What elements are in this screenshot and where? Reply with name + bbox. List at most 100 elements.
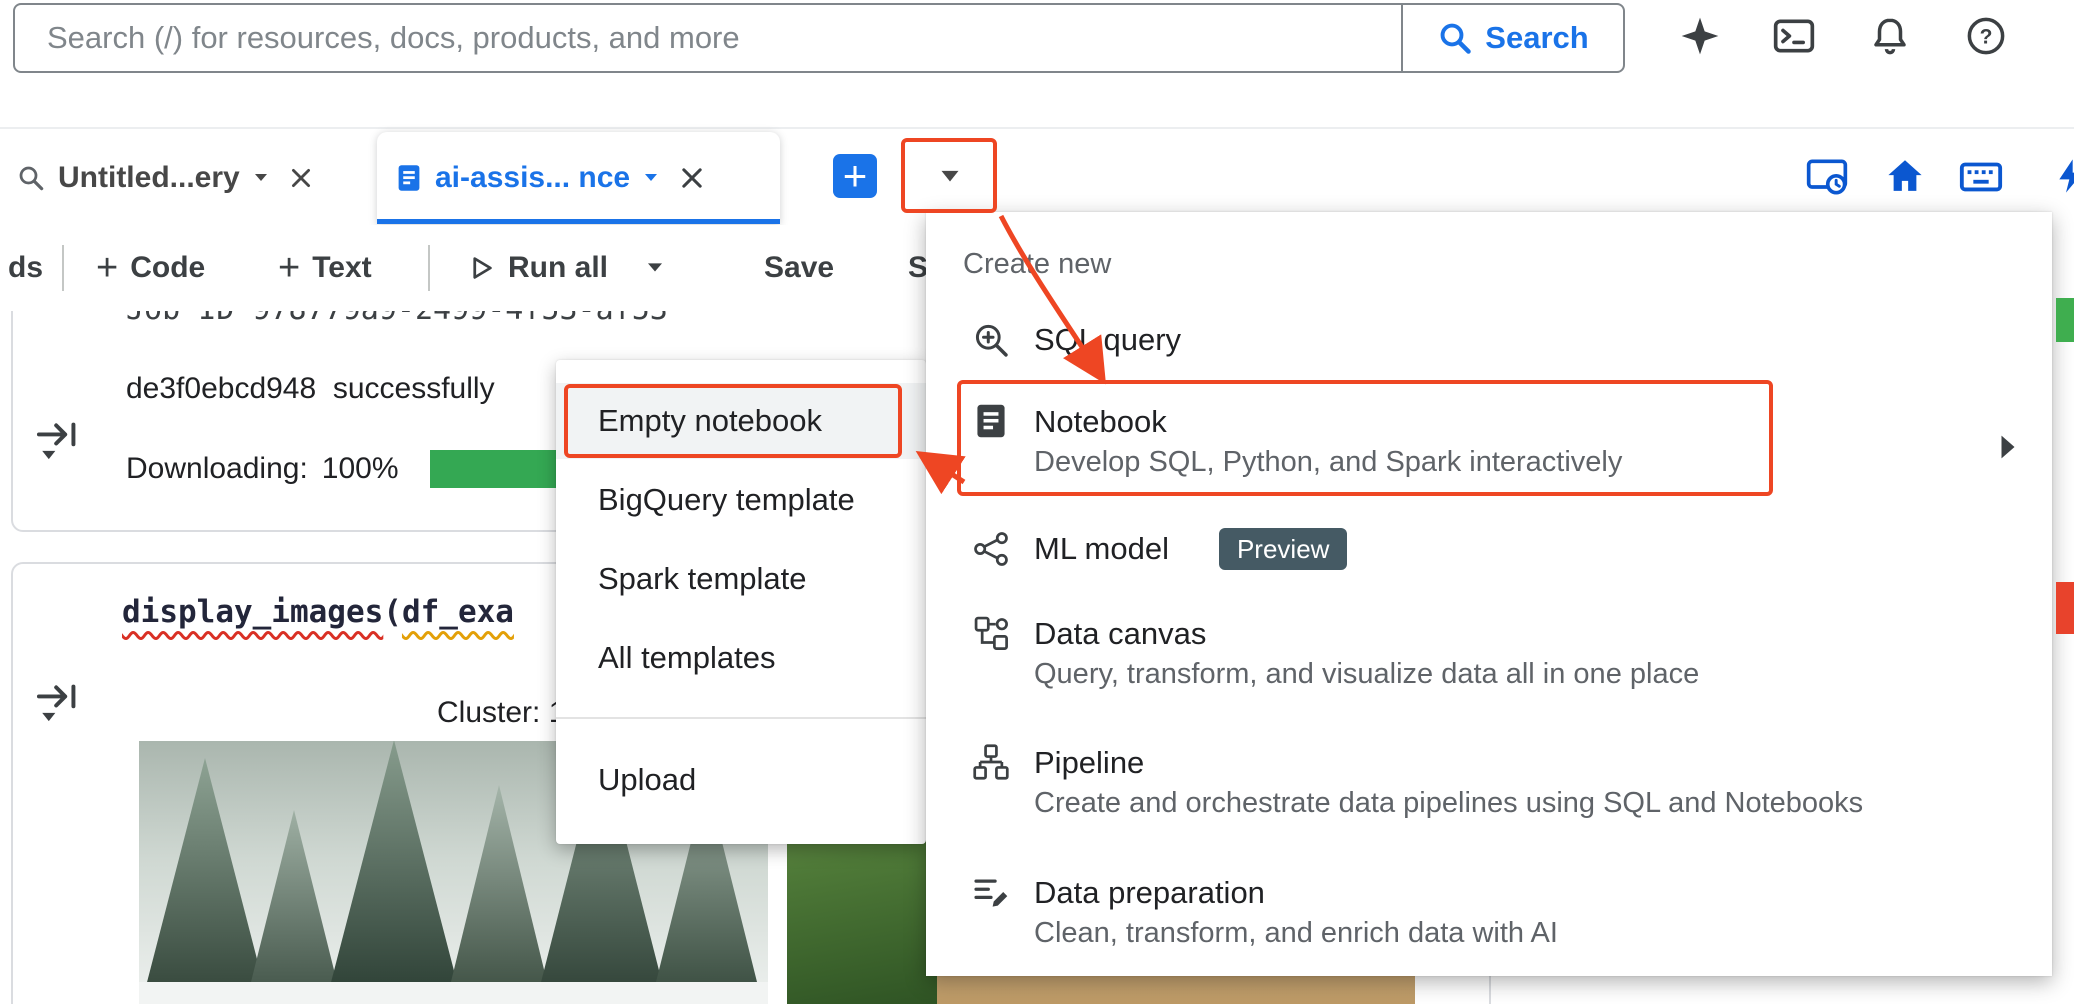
gemini-icon[interactable] bbox=[1676, 12, 1724, 60]
toolbar-sep-2 bbox=[428, 245, 430, 291]
menu-item-description: Clean, transform, and enrich data with A… bbox=[1034, 913, 1558, 953]
add-tab-button[interactable]: + bbox=[833, 154, 877, 198]
chevron-down-icon[interactable] bbox=[642, 172, 660, 184]
close-icon[interactable] bbox=[288, 165, 314, 191]
output-line: de3f0ebcd948 successfully bbox=[126, 372, 495, 406]
toolbar-partial-right-label: S bbox=[908, 251, 928, 285]
menu-item-bigquery-template[interactable]: BigQuery template bbox=[556, 462, 926, 538]
plus-icon: + bbox=[96, 249, 118, 287]
menu-item-label: Spark template bbox=[598, 561, 807, 597]
notebook-icon bbox=[972, 402, 1010, 440]
code-function: display_images bbox=[122, 594, 383, 630]
svg-text:?: ? bbox=[1980, 26, 1993, 49]
plus-icon: + bbox=[278, 249, 300, 287]
add-code-button[interactable]: + Code bbox=[96, 225, 205, 311]
header-divider bbox=[0, 127, 2074, 129]
menu-item-label: Notebook bbox=[1034, 402, 1622, 442]
play-icon bbox=[466, 253, 496, 283]
home-icon[interactable] bbox=[1882, 153, 1928, 199]
toolbar-partial-left[interactable]: ds bbox=[8, 225, 43, 311]
tree-shape bbox=[145, 758, 265, 990]
partial-icon[interactable] bbox=[2048, 153, 2074, 199]
add-code-label: Code bbox=[130, 251, 205, 285]
search-input[interactable] bbox=[15, 5, 1401, 71]
download-label: Downloading: bbox=[126, 452, 308, 486]
side-panel-clock-icon[interactable] bbox=[1804, 153, 1850, 199]
tree-shape bbox=[249, 810, 339, 990]
save-button[interactable]: Save bbox=[764, 225, 834, 311]
scroll-marker-green bbox=[2056, 298, 2074, 342]
search-button[interactable]: Search bbox=[1401, 5, 1623, 71]
add-text-label: Text bbox=[312, 251, 371, 285]
tab-label: Untitled...ery bbox=[58, 161, 240, 195]
preview-badge: Preview bbox=[1219, 528, 1347, 570]
tree-shape bbox=[449, 785, 549, 990]
keyboard-icon[interactable] bbox=[1958, 153, 2004, 199]
menu-item-upload[interactable]: Upload bbox=[556, 742, 926, 818]
download-progress-bar bbox=[430, 450, 570, 488]
run-all-button[interactable]: Run all bbox=[466, 225, 666, 311]
notifications-icon[interactable] bbox=[1866, 12, 1914, 60]
menu-item-label: Upload bbox=[598, 762, 696, 798]
menu-item-label: Empty notebook bbox=[598, 403, 822, 439]
add-text-button[interactable]: + Text bbox=[278, 225, 372, 311]
code-arg: df_exa bbox=[402, 594, 514, 630]
toolbar-sep-1 bbox=[62, 245, 64, 291]
menu-item-label: Pipeline bbox=[1034, 743, 1863, 783]
save-label: Save bbox=[764, 251, 834, 285]
data-preparation-icon bbox=[972, 873, 1010, 911]
menu-item-empty-notebook[interactable]: Empty notebook bbox=[556, 383, 926, 459]
menu-item-all-templates[interactable]: All templates bbox=[556, 620, 926, 696]
chevron-down-icon bbox=[937, 168, 963, 185]
toolbar-partial-left-label: ds bbox=[8, 251, 43, 285]
menu-item-label: All templates bbox=[598, 640, 775, 676]
menu-item-ml-model[interactable]: ML model Preview bbox=[926, 517, 2052, 581]
scroll-marker-orange bbox=[2056, 582, 2074, 634]
tab-label: ai-assis... nce bbox=[435, 161, 630, 195]
menu-item-label: SQL query bbox=[1034, 320, 1181, 360]
screen: Search ? Untitled...ery ai-assis... nce bbox=[0, 0, 2074, 1004]
notebook-menu-divider bbox=[556, 717, 926, 719]
toolbar-partial-right[interactable]: S bbox=[908, 225, 928, 311]
cell-2-actions-icon[interactable] bbox=[34, 680, 80, 726]
cell-1-actions-icon[interactable] bbox=[34, 418, 80, 464]
cluster-label: Cluster: 1 bbox=[437, 696, 565, 730]
menu-item-sql-query[interactable]: SQL query bbox=[926, 308, 2052, 372]
create-new-header: Create new bbox=[963, 248, 1111, 281]
run-all-caret[interactable] bbox=[644, 261, 666, 275]
sql-query-icon bbox=[972, 321, 1010, 359]
submenu-arrow-icon bbox=[1998, 434, 2018, 460]
menu-item-label: ML model bbox=[1034, 529, 1169, 569]
menu-item-description: Create and orchestrate data pipelines us… bbox=[1034, 783, 1863, 823]
menu-item-description: Query, transform, and visualize data all… bbox=[1034, 654, 1699, 694]
create-new-menu: Create new SQL query Notebook Develop SQ… bbox=[926, 212, 2052, 976]
menu-item-pipeline[interactable]: Pipeline Create and orchestrate data pip… bbox=[926, 721, 2052, 845]
menu-item-data-preparation[interactable]: Data preparation Clean, transform, and e… bbox=[926, 851, 2052, 975]
plus-icon: + bbox=[843, 155, 868, 197]
run-all-label: Run all bbox=[508, 251, 608, 285]
search-bar: Search bbox=[13, 3, 1625, 73]
tab-ai-assistance[interactable]: ai-assis... nce bbox=[377, 132, 780, 224]
menu-item-label: Data preparation bbox=[1034, 873, 1558, 913]
notebook-tab-icon bbox=[395, 163, 423, 193]
code-line[interactable]: display_images(df_exa bbox=[122, 594, 514, 630]
tree-shape bbox=[329, 741, 459, 990]
chevron-down-icon[interactable] bbox=[252, 172, 270, 184]
help-icon[interactable]: ? bbox=[1962, 12, 2010, 60]
code-paren: ( bbox=[383, 594, 402, 630]
search-button-label: Search bbox=[1485, 20, 1588, 56]
close-icon[interactable] bbox=[678, 164, 706, 192]
menu-item-notebook[interactable]: Notebook Develop SQL, Python, and Spark … bbox=[926, 380, 2052, 504]
menu-item-description: Develop SQL, Python, and Spark interacti… bbox=[1034, 442, 1622, 482]
tab-untitled-query[interactable]: Untitled...ery bbox=[4, 132, 326, 224]
pipeline-icon bbox=[972, 743, 1010, 781]
ml-model-icon bbox=[972, 530, 1010, 568]
search-icon bbox=[1437, 20, 1473, 56]
menu-item-data-canvas[interactable]: Data canvas Query, transform, and visual… bbox=[926, 592, 2052, 716]
menu-item-spark-template[interactable]: Spark template bbox=[556, 541, 926, 617]
query-icon bbox=[16, 163, 46, 193]
cloud-shell-icon[interactable] bbox=[1770, 12, 1818, 60]
data-canvas-icon bbox=[972, 614, 1010, 652]
notebook-menu: Empty notebook BigQuery template Spark t… bbox=[556, 360, 926, 844]
tab-options-button[interactable] bbox=[916, 152, 984, 200]
